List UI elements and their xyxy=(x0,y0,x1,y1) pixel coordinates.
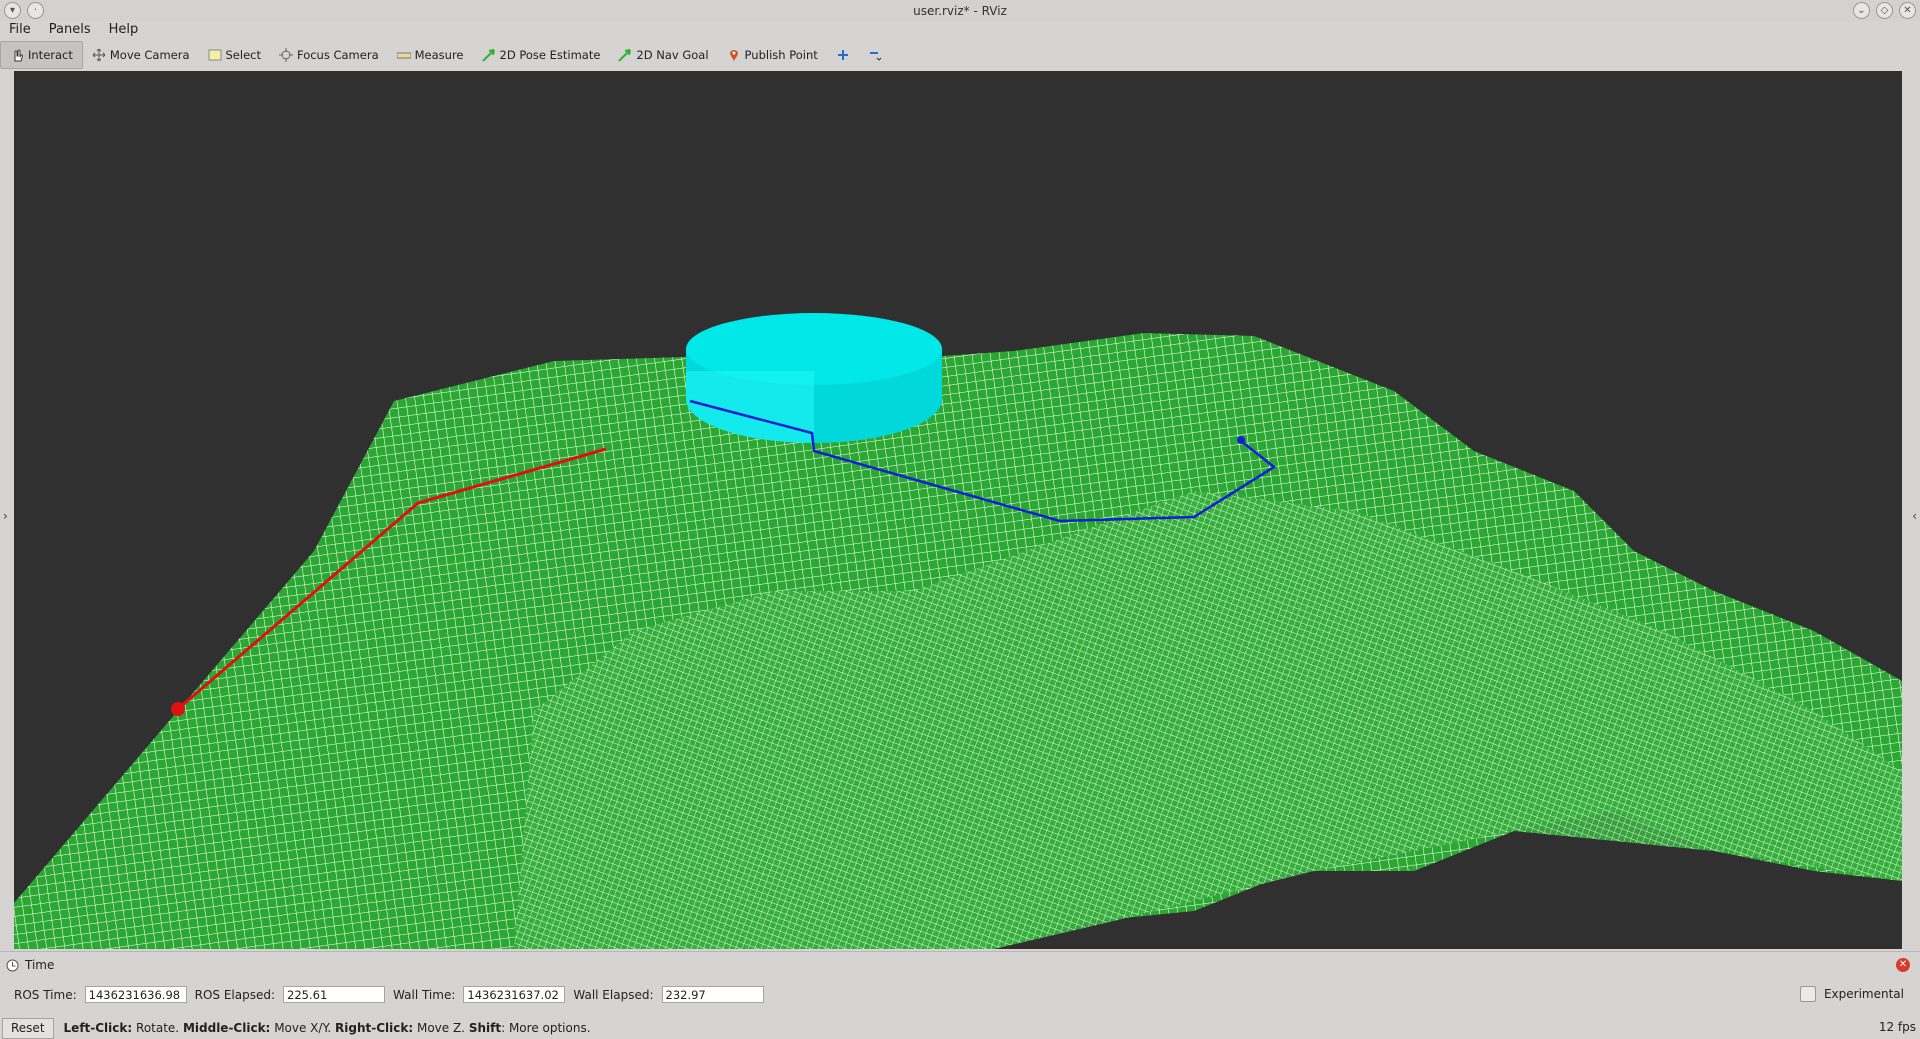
plus-icon xyxy=(837,50,848,60)
close-window-icon[interactable]: ✕ xyxy=(1899,2,1916,19)
select-tool-button[interactable]: Select xyxy=(199,42,270,68)
menu-file[interactable]: File xyxy=(0,21,40,39)
red-path-start-marker xyxy=(171,702,185,716)
right-click-desc: Move Z. xyxy=(416,1021,465,1035)
minus-dropdown-icon xyxy=(869,52,882,61)
interact-tool-button[interactable]: Interact xyxy=(0,41,83,69)
ruler-icon xyxy=(396,52,411,59)
clock-icon xyxy=(6,959,19,971)
toolbar: Interact Move Camera Select Focus Camera… xyxy=(0,41,1920,69)
add-tool-button[interactable] xyxy=(827,42,859,68)
right-dock-toggle-icon[interactable]: ‹ xyxy=(1912,509,1917,523)
menu-help[interactable]: Help xyxy=(100,21,148,39)
middle-click-key: Middle-Click: xyxy=(182,1021,271,1035)
left-click-desc: Rotate. xyxy=(136,1021,180,1035)
3d-viewport[interactable] xyxy=(14,71,1902,949)
render-panel: › ‹ xyxy=(0,69,1920,949)
left-click-key: Left-Click: xyxy=(63,1021,133,1035)
hand-pointer-icon xyxy=(14,49,23,62)
wall-time-field[interactable]: 1436231637.02 xyxy=(463,986,566,1003)
publish-point-label: Publish Point xyxy=(744,48,818,62)
mouse-help-text: Left-Click: Rotate. Middle-Click: Move X… xyxy=(64,1021,591,1035)
middle-click-desc: Move X/Y. xyxy=(274,1021,332,1035)
time-panel-header: Time xyxy=(6,958,54,972)
left-dock-toggle-icon[interactable]: › xyxy=(3,509,8,523)
ros-elapsed-label: ROS Elapsed: xyxy=(194,987,276,1002)
experimental-option: Experimental xyxy=(1799,986,1904,1002)
move-camera-icon xyxy=(92,48,106,62)
cylinder-marker xyxy=(686,313,942,443)
shift-key: Shift xyxy=(468,1021,502,1035)
titlebar-right-controls: ⌄ ◇ ✕ xyxy=(1853,2,1916,19)
maximize-icon[interactable]: ◇ xyxy=(1876,2,1893,19)
map-pin-icon xyxy=(729,50,738,61)
publish-point-tool-button[interactable]: Publish Point xyxy=(718,42,827,68)
time-fields-row: ROS Time: 1436231636.98 ROS Elapsed: 225… xyxy=(14,986,764,1003)
window-menu-icon[interactable]: ▾ xyxy=(4,2,21,19)
focus-camera-icon xyxy=(278,48,293,62)
fps-readout: 12 fps xyxy=(1878,1020,1916,1034)
remove-tool-button[interactable] xyxy=(859,42,891,68)
select-label: Select xyxy=(225,48,261,62)
move-camera-tool-button[interactable]: Move Camera xyxy=(83,42,199,68)
2d-nav-goal-tool-button[interactable]: 2D Nav Goal xyxy=(609,42,717,68)
wall-time-label: Wall Time: xyxy=(393,987,456,1002)
green-arrow-icon xyxy=(618,49,632,62)
right-click-key: Right-Click: xyxy=(335,1021,414,1035)
menu-panels[interactable]: Panels xyxy=(40,21,100,39)
minimize-icon[interactable]: ⌄ xyxy=(1853,2,1870,19)
window-title: user.rviz* - RViz xyxy=(913,3,1007,18)
measure-tool-button[interactable]: Measure xyxy=(388,42,473,68)
shift-desc: : More options. xyxy=(501,1021,591,1035)
window-titlebar: ▾ · user.rviz* - RViz ⌄ ◇ ✕ xyxy=(0,0,1920,21)
scene-svg xyxy=(14,313,1902,949)
2d-pose-estimate-tool-button[interactable]: 2D Pose Estimate xyxy=(473,42,610,68)
focus-camera-tool-button[interactable]: Focus Camera xyxy=(270,42,388,68)
titlebar-left-controls: ▾ · xyxy=(4,2,44,19)
green-arrow-icon xyxy=(481,49,495,62)
wall-elapsed-label: Wall Elapsed: xyxy=(573,987,654,1002)
time-panel-title: Time xyxy=(25,958,55,972)
interact-label: Interact xyxy=(28,48,73,62)
measure-label: Measure xyxy=(414,48,464,62)
ros-time-field[interactable]: 1436231636.98 xyxy=(84,986,187,1003)
statusbar: Reset Left-Click: Rotate. Middle-Click: … xyxy=(0,1017,1920,1039)
ros-time-label: ROS Time: xyxy=(14,987,77,1002)
close-panel-icon[interactable]: ✕ xyxy=(1896,958,1910,972)
menubar: File Panels Help xyxy=(0,21,1920,39)
pose-estimate-label: 2D Pose Estimate xyxy=(499,48,601,62)
nav-goal-label: 2D Nav Goal xyxy=(636,48,709,62)
blue-path-end-marker xyxy=(1237,436,1245,444)
pin-icon[interactable]: · xyxy=(27,2,44,19)
time-panel: Time ✕ ROS Time: 1436231636.98 ROS Elaps… xyxy=(0,951,1920,1016)
experimental-checkbox[interactable] xyxy=(1799,986,1816,1002)
experimental-label: Experimental xyxy=(1823,987,1904,1001)
wall-elapsed-field[interactable]: 232.97 xyxy=(661,986,764,1003)
focus-camera-label: Focus Camera xyxy=(296,48,379,62)
select-box-icon xyxy=(208,49,221,61)
move-camera-label: Move Camera xyxy=(109,48,190,62)
reset-button[interactable]: Reset xyxy=(2,1017,54,1039)
ros-elapsed-field[interactable]: 225.61 xyxy=(283,986,386,1003)
